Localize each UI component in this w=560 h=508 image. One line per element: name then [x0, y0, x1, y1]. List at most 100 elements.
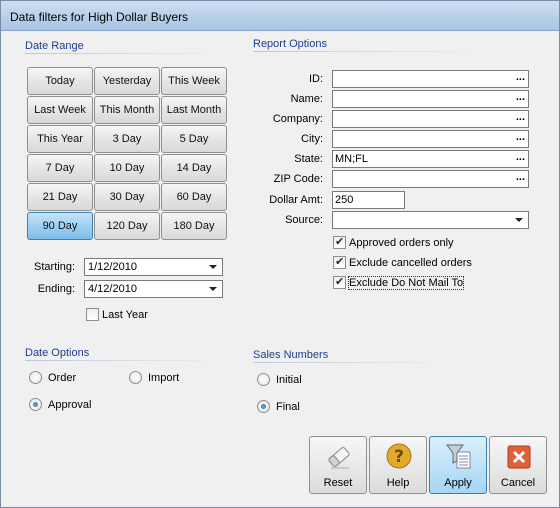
dialog-body: Date Range Today Yesterday This Week Las…: [5, 31, 555, 505]
import-radio-dot[interactable]: [129, 371, 142, 384]
sales-final-radio[interactable]: Final: [257, 400, 300, 413]
id-field[interactable]: ...: [332, 70, 529, 88]
state-label: State:: [294, 153, 323, 165]
id-label: ID:: [308, 73, 323, 85]
id-browse-icon[interactable]: ...: [516, 71, 525, 83]
window-title: Data filters for High Dollar Buyers: [10, 10, 189, 24]
approved-orders-label: Approved orders only: [349, 236, 454, 249]
range-this-week-button[interactable]: This Week: [161, 67, 227, 95]
initial-radio-dot[interactable]: [257, 373, 270, 386]
dollar-amt-field[interactable]: 250: [332, 191, 405, 209]
initial-label: Initial: [276, 373, 302, 386]
range-90-day-button[interactable]: 90 Day: [27, 212, 93, 240]
approved-orders-checkbox-box[interactable]: [333, 235, 346, 249]
city-label: City:: [301, 133, 323, 145]
range-this-year-button[interactable]: This Year: [27, 125, 93, 153]
filter-icon: [446, 444, 471, 469]
range-30-day-button[interactable]: 30 Day: [94, 183, 160, 211]
ending-label: Ending:: [37, 283, 75, 295]
starting-date-picker[interactable]: 1/12/2010: [84, 258, 223, 276]
date-options-label: Date Options: [25, 347, 90, 359]
range-last-month-button[interactable]: Last Month: [161, 96, 227, 124]
range-60-day-button[interactable]: 60 Day: [161, 183, 227, 211]
chevron-down-icon: [209, 265, 217, 269]
company-label: Company:: [272, 113, 323, 125]
range-yesterday-button[interactable]: Yesterday: [94, 67, 160, 95]
starting-label: Starting:: [34, 261, 75, 273]
date-option-order-radio[interactable]: Order: [29, 371, 76, 384]
name-label: Name:: [290, 93, 323, 105]
order-radio-dot[interactable]: [29, 371, 42, 384]
last-year-checkbox[interactable]: Last Year: [86, 308, 148, 321]
range-120-day-button[interactable]: 120 Day: [94, 212, 160, 240]
approved-orders-checkbox[interactable]: Approved orders only: [333, 235, 454, 249]
last-year-label: Last Year: [102, 308, 148, 321]
range-7-day-button[interactable]: 7 Day: [27, 154, 93, 182]
range-this-month-button[interactable]: This Month: [94, 96, 160, 124]
source-select[interactable]: [332, 211, 529, 229]
zip-code-label: ZIP Code:: [273, 173, 323, 185]
exclude-do-not-mail-label: Exclude Do Not Mail To: [347, 275, 465, 290]
sales-numbers-label: Sales Numbers: [253, 349, 329, 361]
dollar-amt-value: 250: [335, 194, 354, 206]
final-label: Final: [276, 400, 300, 413]
range-3-day-button[interactable]: 3 Day: [94, 125, 160, 153]
sales-initial-radio[interactable]: Initial: [257, 373, 302, 386]
ending-date-picker[interactable]: 4/12/2010: [84, 280, 223, 298]
cancel-button-label: Cancel: [500, 477, 536, 489]
final-radio-dot[interactable]: [257, 400, 270, 413]
range-180-day-button[interactable]: 180 Day: [161, 212, 227, 240]
name-browse-icon[interactable]: ...: [516, 91, 525, 103]
range-last-week-button[interactable]: Last Week: [27, 96, 93, 124]
svg-text:?: ?: [394, 447, 404, 467]
last-year-checkbox-box[interactable]: [86, 308, 99, 321]
date-range-buttons: Today Yesterday This Week Last Week This…: [27, 67, 233, 240]
import-label: Import: [148, 371, 180, 384]
starting-date-value: 1/12/2010: [88, 261, 137, 273]
range-10-day-button[interactable]: 10 Day: [94, 154, 160, 182]
range-14-day-button[interactable]: 14 Day: [161, 154, 227, 182]
help-button[interactable]: ? Help: [369, 436, 427, 494]
help-icon: ?: [386, 443, 412, 469]
order-label: Order: [48, 371, 77, 384]
company-field[interactable]: ...: [332, 110, 529, 128]
name-field[interactable]: ...: [332, 90, 529, 108]
cancel-button[interactable]: Cancel: [489, 436, 547, 494]
exclude-do-not-mail-checkbox-box[interactable]: [333, 275, 346, 289]
title-bar[interactable]: Data filters for High Dollar Buyers: [1, 1, 559, 31]
source-label: Source:: [285, 214, 323, 226]
zip-code-field[interactable]: ...: [332, 170, 529, 188]
eraser-icon: [328, 447, 350, 469]
sales-numbers-divider: [253, 362, 453, 363]
date-options-divider: [25, 360, 225, 361]
date-range-divider: [25, 53, 225, 54]
date-option-approval-radio[interactable]: Approval: [29, 398, 91, 411]
exclude-cancelled-label: Exclude cancelled orders: [349, 256, 472, 269]
reset-button[interactable]: Reset: [309, 436, 367, 494]
state-browse-icon[interactable]: ...: [516, 151, 525, 163]
city-browse-icon[interactable]: ...: [516, 131, 525, 143]
date-range-label: Date Range: [25, 40, 84, 52]
close-icon: [507, 445, 531, 469]
range-today-button[interactable]: Today: [27, 67, 93, 95]
state-value: MN;FL: [335, 153, 368, 165]
dialog-window: Data filters for High Dollar Buyers Date…: [0, 0, 560, 508]
date-option-import-radio[interactable]: Import: [129, 371, 179, 384]
exclude-cancelled-checkbox-box[interactable]: [333, 255, 346, 269]
company-browse-icon[interactable]: ...: [516, 111, 525, 123]
range-5-day-button[interactable]: 5 Day: [161, 125, 227, 153]
chevron-down-icon: [209, 287, 217, 291]
apply-button[interactable]: Apply: [429, 436, 487, 494]
help-button-label: Help: [386, 477, 410, 489]
report-options-divider: [253, 51, 493, 52]
city-field[interactable]: ...: [332, 130, 529, 148]
approval-radio-dot[interactable]: [29, 398, 42, 411]
approval-label: Approval: [48, 398, 92, 411]
range-21-day-button[interactable]: 21 Day: [27, 183, 93, 211]
state-field[interactable]: MN;FL ...: [332, 150, 529, 168]
exclude-cancelled-checkbox[interactable]: Exclude cancelled orders: [333, 255, 472, 269]
exclude-do-not-mail-checkbox[interactable]: Exclude Do Not Mail To: [333, 275, 465, 290]
zip-code-browse-icon[interactable]: ...: [516, 171, 525, 183]
apply-button-label: Apply: [444, 477, 472, 489]
ending-date-value: 4/12/2010: [88, 283, 137, 295]
